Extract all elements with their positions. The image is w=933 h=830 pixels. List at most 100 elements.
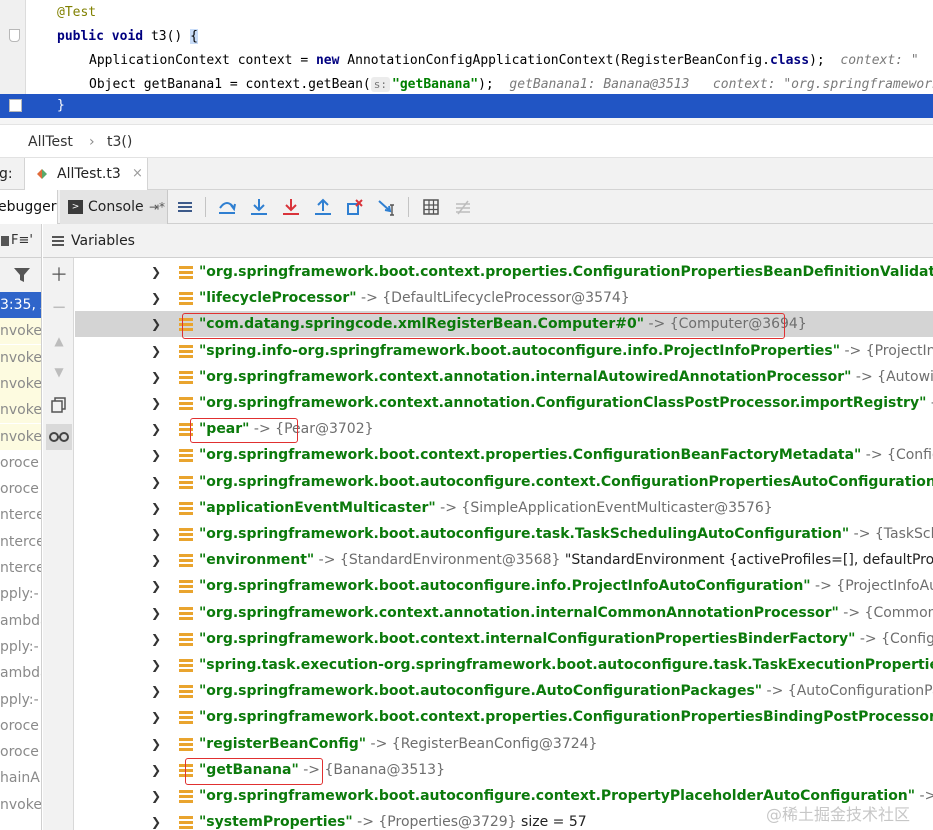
run-to-cursor-icon[interactable] [376, 196, 398, 218]
frame-item[interactable]: pply:- [0, 634, 41, 660]
breadcrumb-separator: › [89, 134, 95, 150]
frame-item[interactable]: ambda [0, 660, 41, 686]
chevron-right-icon[interactable]: ❯ [151, 783, 163, 809]
current-execution-line[interactable]: } [0, 94, 933, 118]
field-icon [179, 397, 193, 410]
variable-row[interactable]: ❯ "spring.task.execution-org.springframew… [75, 652, 933, 678]
remove-watch-icon[interactable]: − [46, 295, 72, 321]
chevron-right-icon[interactable]: ❯ [151, 338, 163, 364]
frame-item[interactable]: hainA [0, 765, 41, 791]
variable-arrow: -> [815, 578, 832, 595]
frame-item[interactable]: pply:- [0, 581, 41, 607]
step-out-icon[interactable] [312, 196, 334, 218]
close-icon[interactable]: × [132, 158, 143, 190]
chevron-right-icon[interactable]: ❯ [151, 364, 163, 390]
chevron-right-icon[interactable]: ❯ [151, 600, 163, 626]
chevron-right-icon[interactable]: ❯ [151, 416, 163, 442]
step-into-icon[interactable] [248, 196, 270, 218]
chevron-right-icon[interactable]: ❯ [151, 704, 163, 730]
tab-console[interactable]: > Console ⇥* [60, 190, 168, 224]
tab-debugger[interactable]: ebugger [0, 190, 58, 224]
frame-item[interactable]: nvoke [0, 397, 41, 424]
code-line-2[interactable]: public void t3() { [0, 25, 933, 49]
frame-item[interactable]: nvoke [0, 423, 41, 450]
variable-row[interactable]: ❯ "registerBeanConfig" -> {RegisterBeanCo… [75, 731, 933, 757]
variable-row[interactable]: ❯ "spring.info-org.springframework.boot.a… [75, 338, 933, 364]
move-up-icon[interactable]: ▲ [46, 328, 72, 354]
chevron-right-icon[interactable]: ❯ [151, 678, 163, 704]
frame-item[interactable]: pply:- [0, 687, 41, 713]
step-over-icon[interactable] [216, 196, 238, 218]
frame-item[interactable]: oroce [0, 476, 41, 502]
chevron-right-icon[interactable]: ❯ [151, 547, 163, 573]
force-step-into-icon[interactable] [280, 196, 302, 218]
frame-item[interactable]: nvoke [0, 370, 41, 397]
breadcrumb-method[interactable]: t3() [107, 126, 132, 158]
drop-frame-icon[interactable] [344, 196, 366, 218]
frame-item[interactable]: nvoke [0, 318, 41, 345]
variable-row[interactable]: ❯ "org.springframework.boot.context.inter… [75, 626, 933, 652]
chevron-right-icon[interactable]: ❯ [151, 390, 163, 416]
keyword: void [111, 29, 144, 44]
chevron-right-icon[interactable]: ❯ [151, 285, 163, 311]
frames-list[interactable]: 3:35, A nvoke nvoke nvoke nvoke nvoke oroce oro… [0, 292, 42, 830]
field-icon [179, 475, 193, 489]
breadcrumb-class[interactable]: AllTest [28, 126, 73, 158]
chevron-right-icon[interactable]: ❯ [151, 573, 163, 599]
variable-value: {TaskSched [874, 526, 933, 542]
editor-scrollbar[interactable] [0, 118, 933, 125]
variable-row[interactable]: ❯ "environment" -> {StandardEnvironment@3… [75, 547, 933, 573]
frame-item[interactable]: nterce [0, 502, 41, 528]
frames-header[interactable]: F≡' [0, 224, 42, 258]
frame-item[interactable]: 3:35, A [0, 292, 41, 318]
variable-row[interactable]: ❯ "org.springframework.context.annotation… [75, 600, 933, 626]
variables-tree[interactable]: ❯ "org.springframework.boot.context.prope… [75, 258, 933, 830]
frame-item[interactable]: oroce [0, 739, 41, 765]
show-watches-icon[interactable] [46, 424, 72, 450]
move-down-icon[interactable]: ▼ [46, 359, 72, 385]
variable-row[interactable]: ❯ "org.springframework.boot.context.prope… [75, 259, 933, 285]
chevron-right-icon[interactable]: ❯ [151, 626, 163, 652]
variable-row[interactable]: ❯ "org.springframework.boot.autoconfigure… [75, 678, 933, 704]
pin-tab-icon[interactable]: ⇥* [149, 190, 165, 224]
chevron-right-icon[interactable]: ❯ [151, 521, 163, 547]
trace-stream-icon[interactable] [452, 196, 474, 218]
chevron-right-icon[interactable]: ❯ [151, 757, 163, 783]
code-editor[interactable]: @Test public void t3() { ApplicationCont… [0, 0, 933, 125]
chevron-right-icon[interactable]: ❯ [151, 731, 163, 757]
variable-row[interactable]: ❯ "org.springframework.boot.autoconfigure… [75, 521, 933, 547]
copy-icon[interactable] [46, 392, 72, 418]
variable-row[interactable]: ❯ "applicationEventMulticaster" -> {Simpl… [75, 495, 933, 521]
chevron-right-icon[interactable]: ❯ [151, 469, 163, 495]
variable-name: "registerBeanConfig" [199, 735, 367, 752]
toolbar-divider [408, 197, 409, 217]
frame-item[interactable]: oroce [0, 713, 41, 739]
chevron-right-icon[interactable]: ❯ [151, 495, 163, 521]
frame-item[interactable]: nvoke [0, 792, 41, 818]
chevron-right-icon[interactable]: ❯ [151, 311, 163, 337]
add-watch-icon[interactable]: ＋ [46, 263, 72, 289]
variable-row[interactable]: ❯ "org.springframework.boot.autoconfigure… [75, 573, 933, 599]
chevron-right-icon[interactable]: ❯ [151, 809, 163, 830]
tab-debug-session[interactable]: AllTest.t3 × [24, 158, 148, 190]
frame-item[interactable]: nterce [0, 555, 41, 581]
menu-icon[interactable] [174, 196, 196, 218]
frame-item[interactable]: oroce [0, 450, 41, 476]
frame-item[interactable]: nterce [0, 529, 41, 555]
code-line-3[interactable]: ApplicationContext context = new Annotat… [0, 49, 933, 73]
chevron-right-icon[interactable]: ❯ [151, 259, 163, 285]
filter-icon[interactable] [13, 267, 31, 283]
chevron-right-icon[interactable]: ❯ [151, 652, 163, 678]
variable-row[interactable]: ❯ "org.springframework.context.annotation… [75, 364, 933, 390]
variable-row[interactable]: ❯ "lifecycleProcessor" -> {DefaultLifecyc… [75, 285, 933, 311]
variable-row[interactable]: ❯ "org.springframework.context.annotation… [75, 390, 933, 416]
toolbar-divider [205, 197, 206, 217]
code-line-1[interactable]: @Test [0, 1, 933, 25]
frame-item[interactable]: ambda [0, 608, 41, 634]
variable-row[interactable]: ❯ "org.springframework.boot.autoconfigure… [75, 469, 933, 495]
chevron-right-icon[interactable]: ❯ [151, 442, 163, 468]
variable-row[interactable]: ❯ "org.springframework.boot.context.prope… [75, 704, 933, 730]
frame-item[interactable]: nvoke [0, 344, 41, 371]
variable-row[interactable]: ❯ "org.springframework.boot.context.prope… [75, 442, 933, 468]
evaluate-expression-icon[interactable] [420, 196, 442, 218]
